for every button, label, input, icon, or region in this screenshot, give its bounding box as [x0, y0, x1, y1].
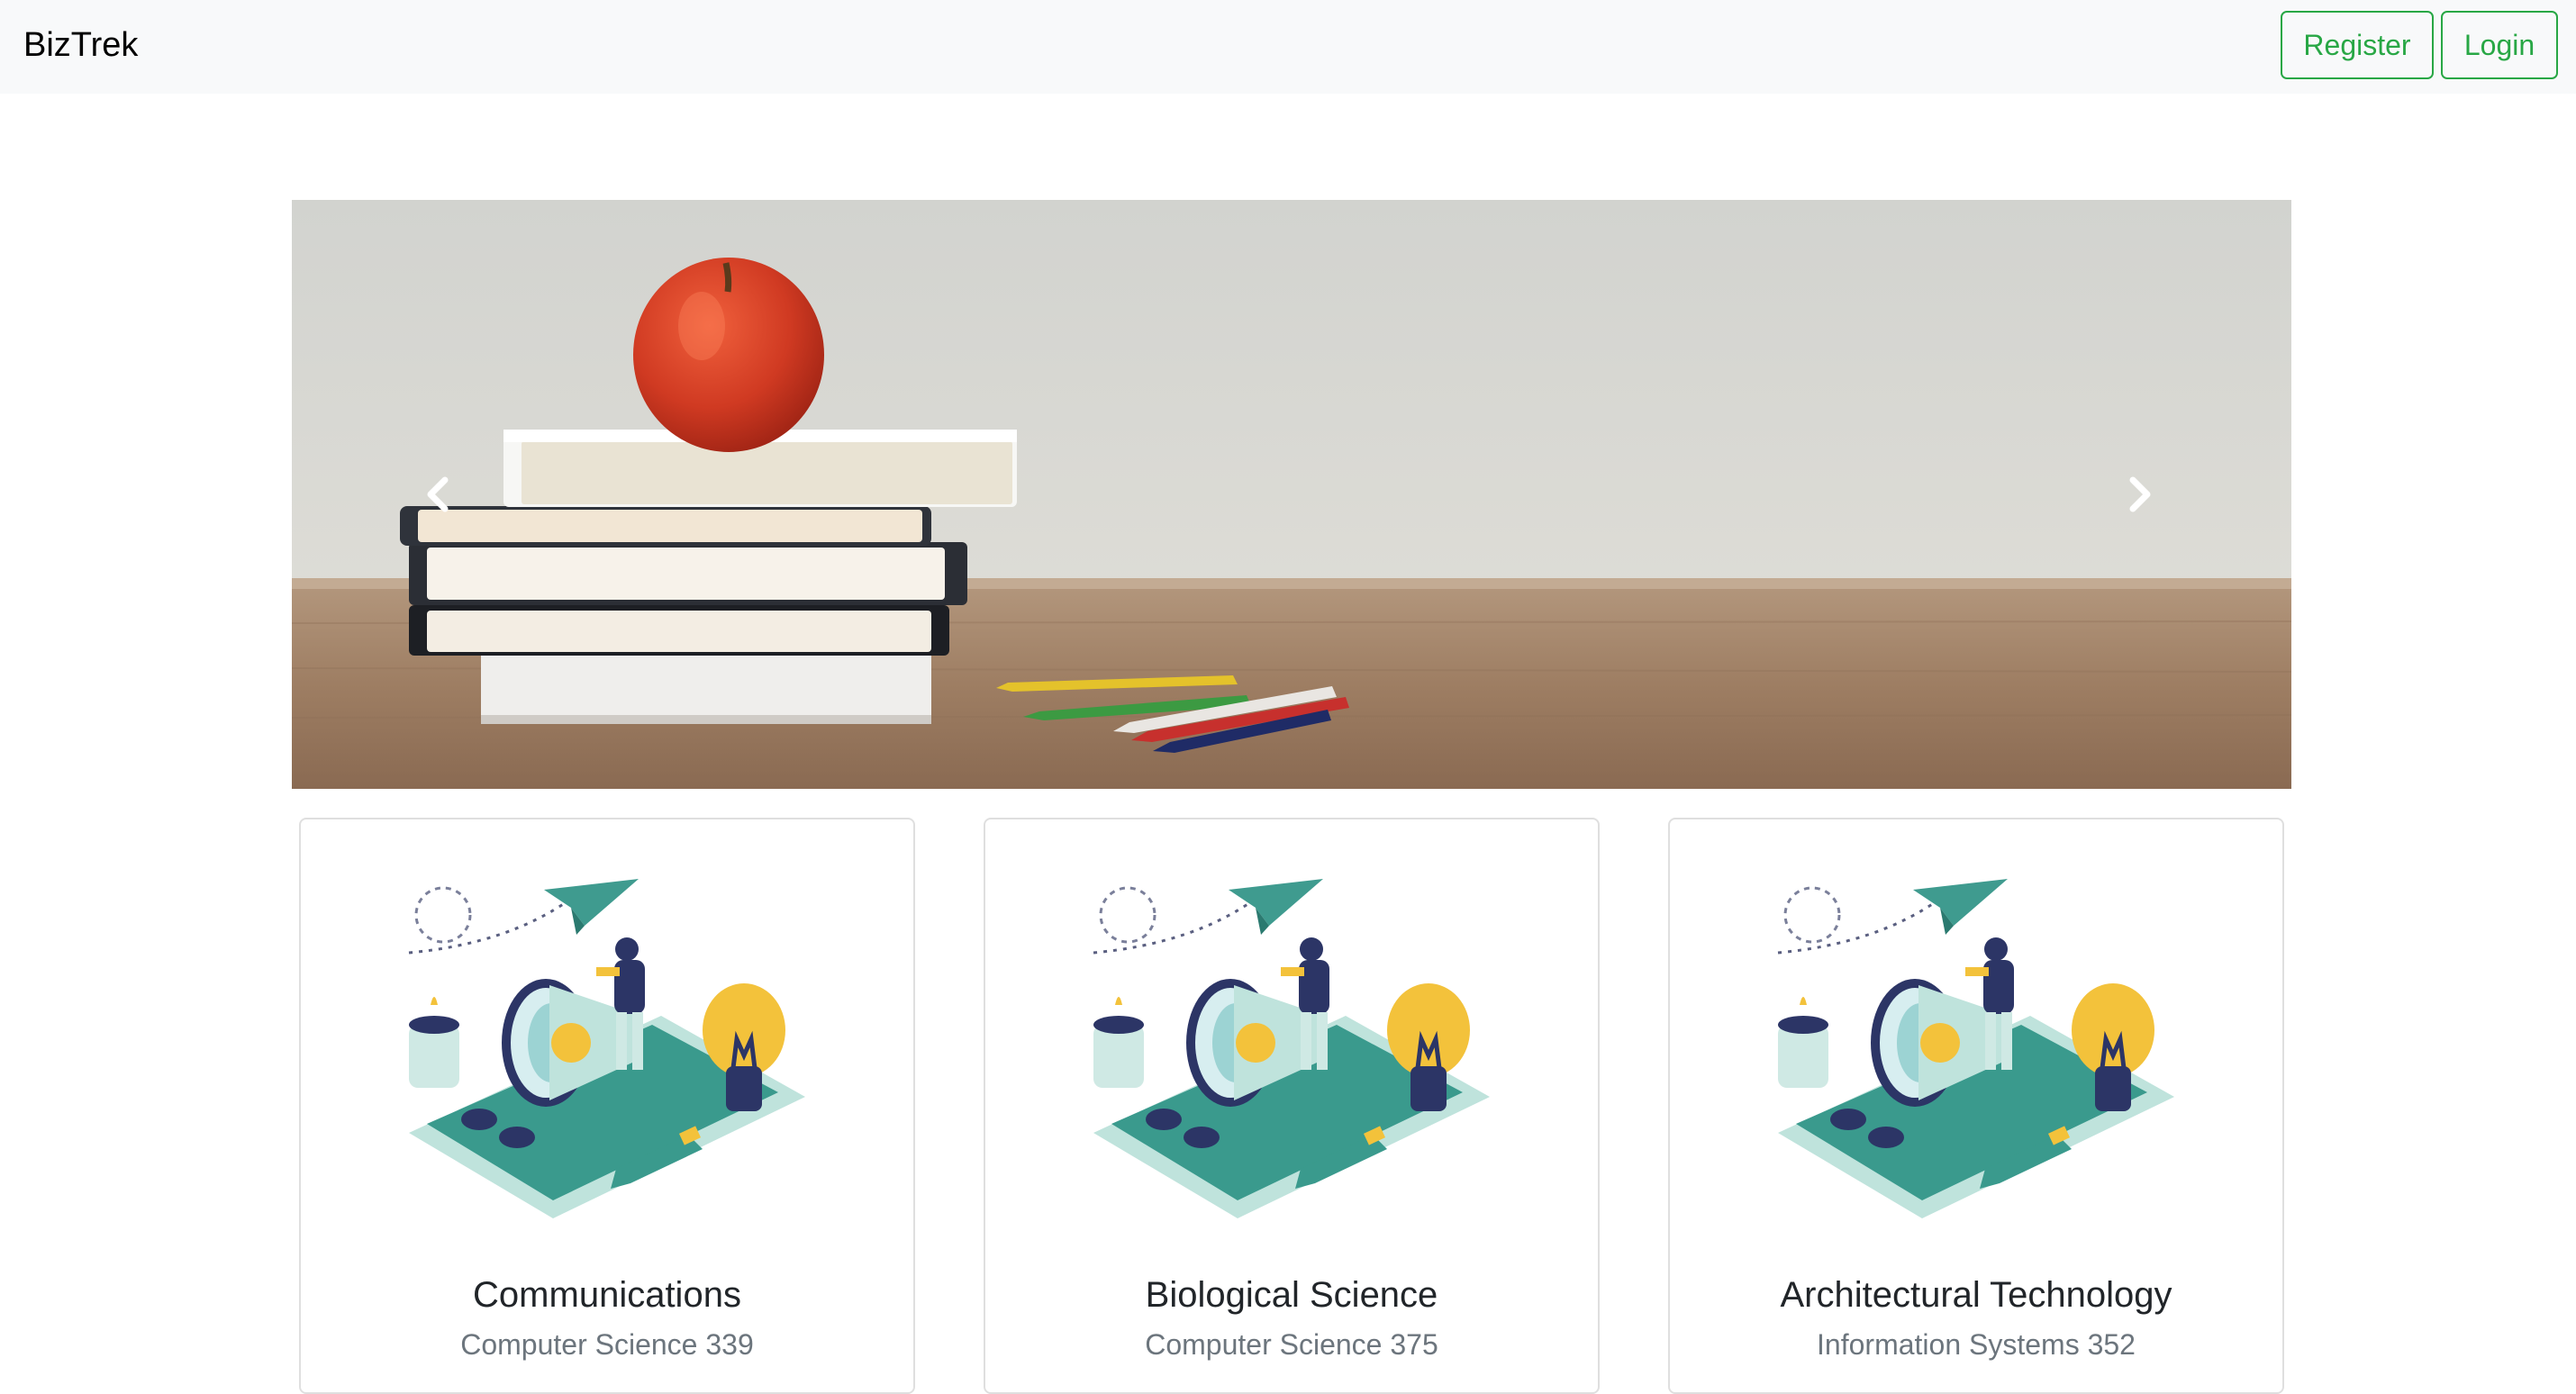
- carousel-image: [292, 200, 2291, 789]
- course-card[interactable]: Communications Computer Science 339: [299, 818, 915, 1394]
- marketing-illustration-icon: [1093, 879, 1490, 1218]
- carousel-prev-button[interactable]: [376, 200, 503, 789]
- login-button[interactable]: Login: [2441, 11, 2558, 79]
- marketing-illustration-icon: [408, 879, 805, 1218]
- course-subtitle: Information Systems 352: [1817, 1328, 2136, 1361]
- chevron-right-icon: [2129, 476, 2151, 512]
- course-subtitle: Computer Science 375: [1145, 1328, 1438, 1361]
- marketing-illustration-icon: [1777, 879, 2174, 1218]
- course-title: Architectural Technology: [1780, 1275, 2172, 1315]
- course-card[interactable]: Biological Science Computer Science 375: [984, 818, 1600, 1394]
- course-title: Communications: [473, 1275, 741, 1315]
- course-title: Biological Science: [1145, 1275, 1438, 1315]
- chevron-left-icon: [427, 476, 449, 512]
- carousel-next-button[interactable]: [2075, 200, 2201, 789]
- register-button[interactable]: Register: [2281, 11, 2434, 79]
- hero-carousel: [292, 200, 2291, 789]
- course-card[interactable]: Architectural Technology Information Sys…: [1668, 818, 2284, 1394]
- navbar: BizTrek Register Login: [0, 0, 2576, 94]
- brand-logo[interactable]: BizTrek: [23, 20, 138, 70]
- course-subtitle: Computer Science 339: [460, 1328, 754, 1361]
